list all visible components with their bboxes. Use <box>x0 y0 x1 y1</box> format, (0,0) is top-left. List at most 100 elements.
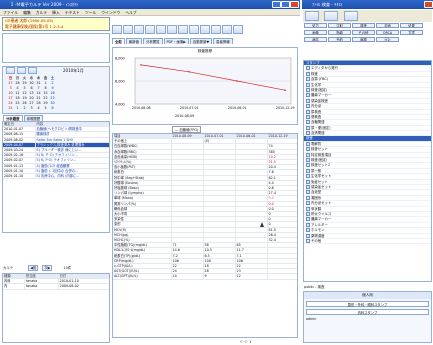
stamp-btn-orca[interactable]: ORCA <box>376 30 399 35</box>
memo-area[interactable] <box>2 33 110 63</box>
print-icon[interactable] <box>324 11 339 21</box>
history-row[interactable]: 2009-01-10 S) 乳房中心、内科 (内部に... <box>3 173 109 180</box>
stamp-btn-surgery[interactable]: 手術 <box>376 23 399 28</box>
stamp-btn-test[interactable]: 検査 <box>352 23 375 28</box>
stamp-btn-text[interactable]: ﾃｷｽﾄ <box>376 37 399 42</box>
trend-chart: 検査推移 8,000 6,000 4,000 2010-08-08 2010-07-01… <box>112 47 298 125</box>
folder-icon <box>306 104 310 109</box>
karte-cell: 内 <box>3 283 25 290</box>
folder-icon <box>306 174 310 179</box>
stamp-tree-label: 腫瘍マーカー <box>311 93 332 98</box>
menu-text[interactable]: テキスト <box>65 10 80 15</box>
folder-icon <box>306 217 310 222</box>
chart-icon[interactable] <box>178 25 188 34</box>
series-point <box>188 71 190 73</box>
stamp-tree-label: 感染症セット <box>311 184 332 189</box>
folder-icon <box>306 238 310 243</box>
menu-tools[interactable]: ツール <box>85 10 96 15</box>
stamp-close-button[interactable] <box>424 1 433 8</box>
settings-icon[interactable] <box>233 25 243 34</box>
stamp-btn-other[interactable]: その他 <box>352 30 375 35</box>
stamp-tree-label: 血液型 <box>311 190 322 195</box>
stamp-btn-document[interactable]: 文書 <box>400 30 423 35</box>
calendar-day[interactable]: 1 <box>14 105 21 110</box>
stamp-tree-label: 腫瘍マーカー <box>311 217 332 222</box>
stamp-btn-injection[interactable]: 注射 <box>328 23 351 28</box>
next-month-button[interactable] <box>28 67 37 74</box>
stamp-tree-label: 検査(固定) <box>311 87 328 92</box>
stamp-tree-label: 薬物濃度 <box>311 233 325 238</box>
stamp-btn-disease[interactable]: 病名 <box>304 37 327 42</box>
menu-edit[interactable]: 編集 <box>23 10 31 15</box>
stamp-tree-label: 検査(固定) <box>311 158 328 163</box>
karte-next-button[interactable]: 次▶ <box>42 265 53 271</box>
tab-autoupdate[interactable]: 自動更新▼ <box>189 38 213 44</box>
maximize-button[interactable] <box>281 1 290 8</box>
prev-month-button[interactable] <box>6 67 15 74</box>
save-icon[interactable] <box>134 25 144 34</box>
paste-icon[interactable] <box>167 25 177 34</box>
folder-icon <box>306 141 310 146</box>
karte-row[interactable]: 内 tanaka 2009-08-02 <box>3 283 109 290</box>
menu-file[interactable]: ファイル <box>3 10 18 15</box>
tab-latest[interactable]: 最新値 <box>125 38 142 44</box>
menu-help[interactable]: ヘルプ <box>125 10 136 15</box>
home-icon[interactable] <box>305 11 319 21</box>
stamp-btn-image[interactable]: 画像 <box>304 30 327 35</box>
calendar-day[interactable]: 4 <box>35 105 42 110</box>
ortho-stamp-button[interactable]: 整形・外科・眼科スタンプ <box>306 301 429 307</box>
stamp-tree-item[interactable]: その他 <box>304 238 431 245</box>
stamp-window-title: ﾌｧｲﾙ 検査 - ﾃｷｽﾄ <box>312 2 343 7</box>
minimize-button[interactable] <box>272 1 281 8</box>
folder-icon <box>306 82 310 87</box>
table-icon[interactable] <box>211 25 221 34</box>
stamp-btn-procedure[interactable]: 処置 <box>400 23 423 28</box>
new-doc-icon[interactable] <box>112 25 122 34</box>
list-icon[interactable] <box>222 25 232 34</box>
stamp-toolbar <box>303 10 432 22</box>
stamp-tree-label: 凝固系 <box>311 195 322 200</box>
folder-icon <box>306 98 310 103</box>
print-icon[interactable] <box>145 25 155 34</box>
menu-karte[interactable]: カルテ <box>36 10 47 15</box>
chart-plot: 8,000 6,000 4,000 2010-08-08 2010-07-01 2010-… <box>115 57 295 111</box>
calendar-day[interactable]: 6 <box>49 105 56 110</box>
stamp-tree-label: 検査セット <box>311 147 328 152</box>
x-tick-label: 2010-12-19 <box>276 106 295 110</box>
history-list: 確定日 内容 2010-01-07 血糖値(ヘモグロビン)再検査中 2009-08-15… <box>2 121 110 233</box>
karte-prev-button[interactable]: ◀前 <box>28 265 39 271</box>
folder-icon <box>306 211 310 216</box>
tab-patient[interactable]: 患者情報 <box>213 38 233 44</box>
copy-icon[interactable] <box>156 25 166 34</box>
calendar-day[interactable]: 5 <box>42 105 49 110</box>
stamp-btn-narcotic[interactable]: 麻薬 <box>352 37 375 42</box>
today-button[interactable] <box>17 67 26 74</box>
menu-insert[interactable]: 挿入 <box>52 10 60 15</box>
open-icon[interactable] <box>123 25 133 34</box>
calendar-day[interactable]: 2 <box>21 105 28 110</box>
stamp-btn-reservation[interactable]: 予約 <box>328 37 351 42</box>
stamp-btn-guidance[interactable]: 指導 <box>328 30 351 35</box>
stamp-tree-label: 血糖関連 <box>311 120 325 125</box>
stamp-tree-label: 検査 <box>311 71 318 76</box>
stamp-tree-label: 尿一般 <box>311 168 322 173</box>
folder-icon <box>306 131 310 136</box>
refresh-icon[interactable] <box>343 11 358 21</box>
tab-general[interactable]: 全般 <box>112 38 125 44</box>
calendar-day[interactable]: 31 <box>7 105 14 110</box>
internal-stamp-button[interactable]: 内科スタンプ <box>306 309 429 315</box>
stamp-footer-label: public - 検査 <box>304 285 325 289</box>
stamp-btn-prescription[interactable]: 処方 <box>304 23 327 28</box>
close-button[interactable] <box>290 1 299 8</box>
folder-icon <box>306 179 310 184</box>
graph-icon[interactable] <box>189 25 199 34</box>
results-row[interactable]: ALT(GPT)(IU/L) 14 9 12 <box>113 273 297 280</box>
window-title: Ｉ･Ｍ電子カルテ Ver 2009 - ｲﾝｽﾀｸﾄ <box>10 2 79 7</box>
series-point <box>284 89 286 91</box>
menu-window[interactable]: ウインドウ <box>101 10 120 15</box>
tab-analysis[interactable]: 分析閲覧 <box>142 38 163 44</box>
calendar-day[interactable]: 3 <box>28 105 35 110</box>
series-point <box>236 80 238 82</box>
grid-icon[interactable] <box>200 25 210 34</box>
tab-pdf[interactable]: PDF・画像▶ <box>163 38 189 44</box>
